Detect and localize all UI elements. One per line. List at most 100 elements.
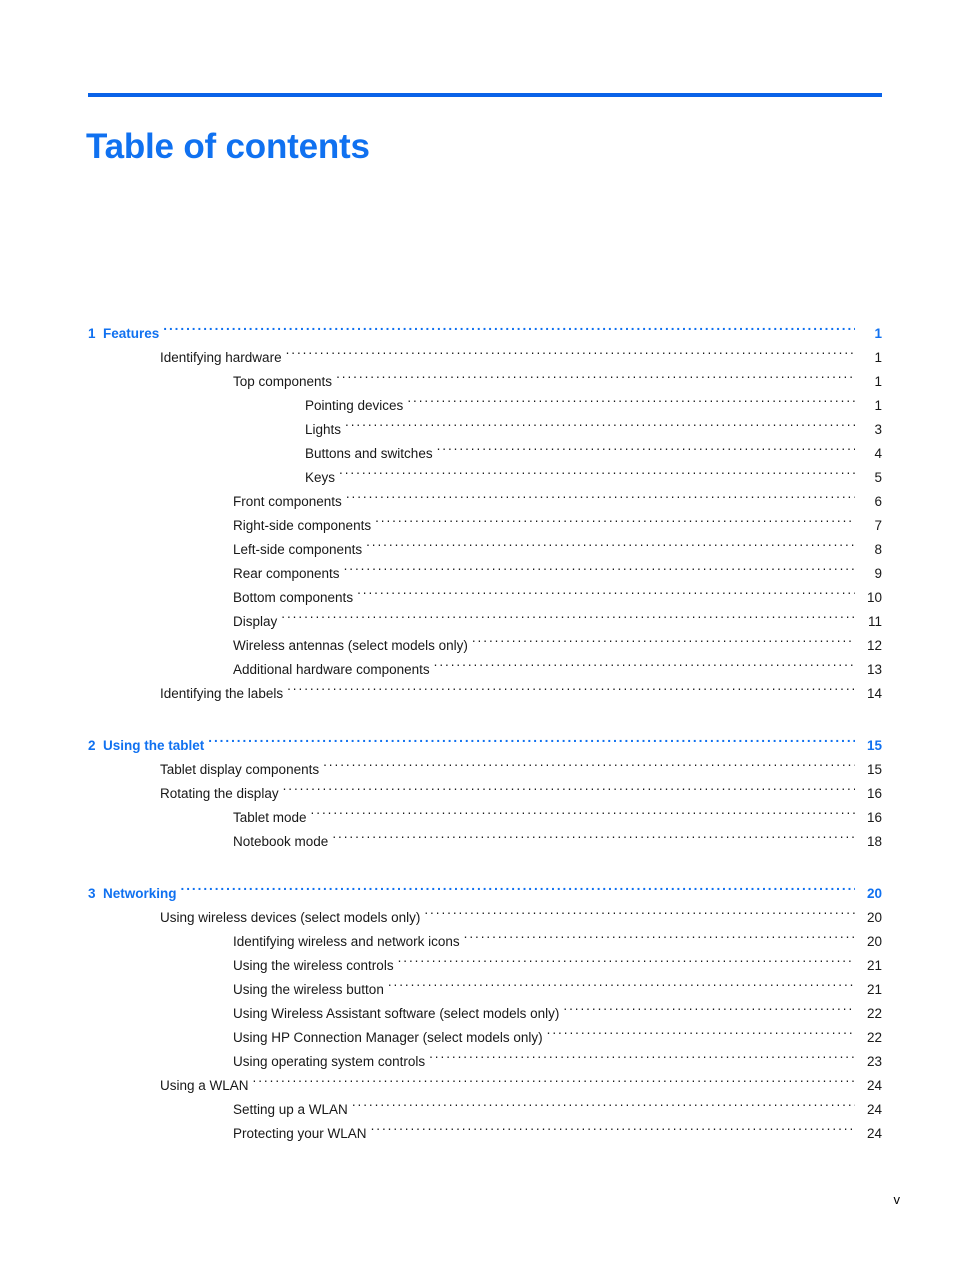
toc-entry[interactable]: Using wireless devices (select models on… xyxy=(88,906,882,930)
toc-entry-title: Using wireless devices (select models on… xyxy=(160,910,421,925)
toc-entry-page-number: 1 xyxy=(874,374,882,389)
toc-entry[interactable]: Protecting your WLAN 24 xyxy=(88,1122,882,1146)
toc-entry-label: Pointing devices xyxy=(88,394,407,418)
dot-leader xyxy=(434,661,855,675)
toc-entry-title: Display xyxy=(233,614,278,629)
toc-entry[interactable]: Identifying wireless and network icons 20 xyxy=(88,930,882,954)
toc-entry-label: Tablet mode xyxy=(88,806,311,830)
toc-entry[interactable]: Rear components 9 xyxy=(88,562,882,586)
toc-entry-title: Additional hardware components xyxy=(233,662,430,677)
toc-entry-label: Identifying wireless and network icons xyxy=(88,930,464,954)
toc-entry-label: Notebook mode xyxy=(88,830,332,854)
toc-entry[interactable]: Using operating system controls 23 xyxy=(88,1050,882,1074)
dot-leader xyxy=(287,685,855,699)
toc-entry-label: Buttons and switches xyxy=(88,442,437,466)
toc-entry-title: Using Wireless Assistant software (selec… xyxy=(233,1006,560,1021)
toc-entry-page-number: 3 xyxy=(874,422,882,437)
toc-entry[interactable]: Using the wireless controls 21 xyxy=(88,954,882,978)
toc-entry-label: Tablet display components xyxy=(88,758,323,782)
dot-leader xyxy=(424,909,855,923)
table-of-contents: 1Features1Identifying hardware1Top compo… xyxy=(88,322,882,1146)
toc-entry-page-number: 5 xyxy=(874,470,882,485)
toc-chapter-entry[interactable]: 2 Using the tablet 15 xyxy=(88,734,882,758)
dot-leader xyxy=(323,761,855,775)
toc-entry[interactable]: Using HP Connection Manager (select mode… xyxy=(88,1026,882,1050)
toc-entry-title: Lights xyxy=(305,422,342,437)
toc-entry-title: Identifying wireless and network icons xyxy=(233,934,460,949)
toc-entry-title: Using HP Connection Manager (select mode… xyxy=(233,1030,543,1045)
toc-entry[interactable]: Using a WLAN 24 xyxy=(88,1074,882,1098)
toc-entry-page-number: 21 xyxy=(866,982,882,997)
toc-entry-page-number: 1 xyxy=(874,350,882,365)
dot-leader xyxy=(253,1077,855,1091)
toc-entry-page-number: 24 xyxy=(866,1078,882,1093)
toc-entry-title: Pointing devices xyxy=(305,398,404,413)
dot-leader xyxy=(563,1005,855,1019)
toc-entry-page-number: 12 xyxy=(866,638,882,653)
toc-entry[interactable]: Bottom components 10 xyxy=(88,586,882,610)
toc-entry-title: Rear components xyxy=(233,566,340,581)
dot-leader xyxy=(375,517,855,531)
toc-entry-label: Lights xyxy=(88,418,345,442)
toc-entry-page-number: 8 xyxy=(874,542,882,557)
toc-entry[interactable]: Notebook mode 18 xyxy=(88,830,882,854)
toc-entry-title: Keys xyxy=(305,470,336,485)
toc-entry-title: Features xyxy=(103,326,160,341)
dot-leader xyxy=(344,565,855,579)
dot-leader xyxy=(472,637,855,651)
toc-chapter-entry[interactable]: 1 Features 1 xyxy=(88,322,882,346)
toc-chapter-number: 2 xyxy=(88,738,96,753)
toc-entry-page-number: 24 xyxy=(866,1126,882,1141)
toc-entry-page-number: 16 xyxy=(866,786,882,801)
toc-entry[interactable]: Display 11 xyxy=(88,610,882,634)
toc-entry-label: Using wireless devices (select models on… xyxy=(88,906,424,930)
toc-entry-page-number: 20 xyxy=(866,934,882,949)
toc-entry-page-number: 20 xyxy=(866,910,882,925)
toc-entry-page-number: 15 xyxy=(866,762,882,777)
toc-entry[interactable]: Pointing devices 1 xyxy=(88,394,882,418)
toc-entry-label: Using a WLAN xyxy=(88,1074,253,1098)
toc-entry[interactable]: Using Wireless Assistant software (selec… xyxy=(88,1002,882,1026)
toc-entry-title: Tablet display components xyxy=(160,762,320,777)
toc-entry-title: Protecting your WLAN xyxy=(233,1126,367,1141)
dot-leader xyxy=(181,885,855,899)
toc-entry[interactable]: Identifying the labels 14 xyxy=(88,682,882,706)
toc-entry[interactable]: Buttons and switches 4 xyxy=(88,442,882,466)
toc-entry[interactable]: Setting up a WLAN 24 xyxy=(88,1098,882,1122)
toc-entry-title: Tablet mode xyxy=(233,810,307,825)
toc-entry[interactable]: Identifying hardware 1 xyxy=(88,346,882,370)
toc-entry-label: 2 Using the tablet xyxy=(88,734,208,758)
dot-leader xyxy=(311,809,855,823)
toc-entry[interactable]: Tablet mode 16 xyxy=(88,806,882,830)
toc-entry-page-number: 1 xyxy=(874,398,882,413)
dot-leader xyxy=(332,833,855,847)
toc-chapter-entry[interactable]: 3 Networking 20 xyxy=(88,882,882,906)
toc-entry-label: Using operating system controls xyxy=(88,1050,429,1074)
toc-entry-title: Right-side components xyxy=(233,518,372,533)
toc-entry[interactable]: Tablet display components 15 xyxy=(88,758,882,782)
toc-entry-title: Using the wireless button xyxy=(233,982,384,997)
toc-entry-label: Using Wireless Assistant software (selec… xyxy=(88,1002,563,1026)
toc-entry[interactable]: Rotating the display 16 xyxy=(88,782,882,806)
toc-entry[interactable]: Left-side components 8 xyxy=(88,538,882,562)
dot-leader xyxy=(163,325,855,339)
toc-entry[interactable]: Front components 6 xyxy=(88,490,882,514)
toc-entry-page-number: 22 xyxy=(866,1006,882,1021)
toc-entry[interactable]: Wireless antennas (select models only) 12 xyxy=(88,634,882,658)
dot-leader xyxy=(336,373,855,387)
toc-entry[interactable]: Additional hardware components 13 xyxy=(88,658,882,682)
dot-leader xyxy=(357,589,855,603)
toc-entry[interactable]: Lights 3 xyxy=(88,418,882,442)
dot-leader xyxy=(547,1029,855,1043)
toc-entry[interactable]: Right-side components 7 xyxy=(88,514,882,538)
toc-entry[interactable]: Top components 1 xyxy=(88,370,882,394)
dot-leader xyxy=(437,445,855,459)
toc-entry[interactable]: Using the wireless button 21 xyxy=(88,978,882,1002)
toc-entry-label: 1 Features xyxy=(88,322,163,346)
toc-entry-title: Using a WLAN xyxy=(160,1078,249,1093)
toc-entry[interactable]: Keys 5 xyxy=(88,466,882,490)
dot-leader xyxy=(429,1053,855,1067)
toc-entry-title: Networking xyxy=(103,886,177,901)
toc-entry-title: Identifying the labels xyxy=(160,686,284,701)
toc-entry-page-number: 13 xyxy=(866,662,882,677)
